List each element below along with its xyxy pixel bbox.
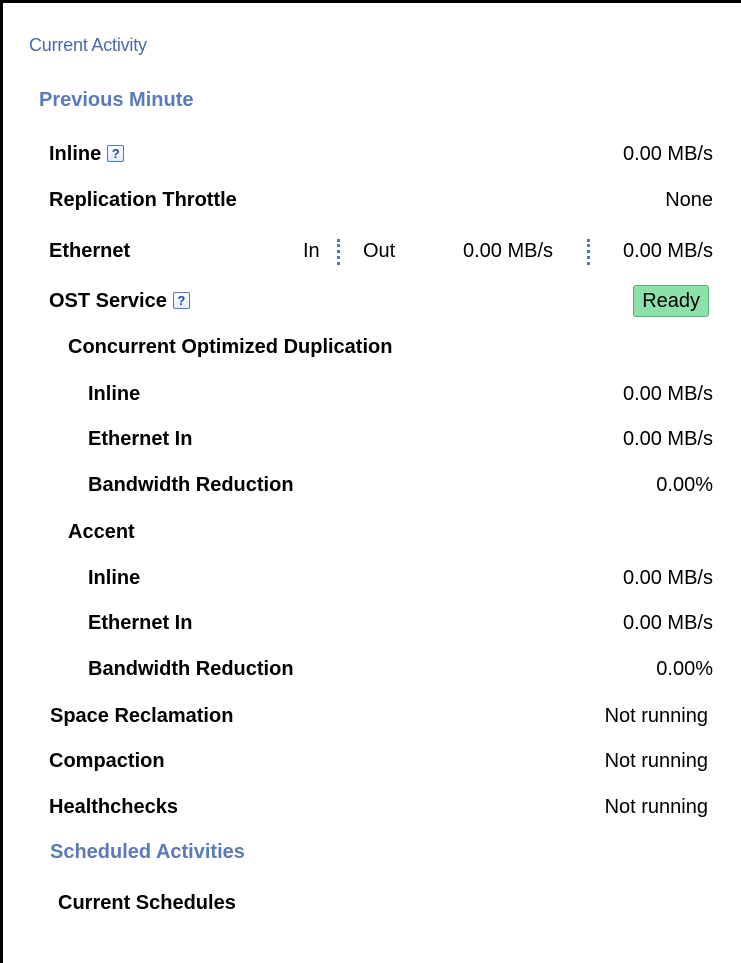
ethernet-out-value: 0.00 MB/s bbox=[622, 240, 713, 262]
healthchecks-row: Healthchecks Not running bbox=[3, 792, 741, 822]
ost-service-label: OST Service bbox=[49, 290, 167, 312]
scheduled-activities-heading: Scheduled Activities bbox=[50, 841, 245, 863]
compaction-label: Compaction bbox=[49, 750, 165, 772]
current-activity-panel: Current Activity Previous Minute Inline?… bbox=[0, 0, 741, 963]
ost-service-row: OST Service? Ready bbox=[3, 285, 741, 317]
ost-service-label-group: OST Service? bbox=[49, 286, 190, 316]
space-reclamation-value: Not running bbox=[604, 705, 708, 727]
help-icon[interactable]: ? bbox=[107, 145, 125, 162]
ethernet-in-label: In bbox=[303, 240, 320, 262]
accent-bandwidth-reduction-value: 0.00% bbox=[656, 658, 713, 680]
compaction-value: Not running bbox=[604, 750, 708, 772]
space-reclamation-label: Space Reclamation bbox=[50, 705, 234, 727]
current-schedules-row: Current Schedules bbox=[3, 888, 741, 918]
previous-minute-heading: Previous Minute bbox=[39, 89, 194, 111]
panel-title: Current Activity bbox=[29, 35, 147, 55]
ethernet-row: Ethernet In Out 0.00 MB/s 0.00 MB/s bbox=[3, 236, 741, 266]
accent-row: Accent bbox=[3, 517, 741, 547]
accent-bandwidth-reduction-label: Bandwidth Reduction bbox=[88, 658, 294, 680]
ost-service-status-badge: Ready bbox=[633, 285, 709, 317]
ethernet-divider-right bbox=[587, 239, 590, 265]
replication-throttle-row: Replication Throttle None bbox=[3, 185, 741, 215]
ethernet-out-label: Out bbox=[363, 240, 396, 262]
inline-row: Inline? 0.00 MB/s bbox=[3, 139, 741, 169]
cod-ethernet-in-row: Ethernet In 0.00 MB/s bbox=[3, 424, 741, 454]
accent-ethernet-in-row: Ethernet In 0.00 MB/s bbox=[3, 608, 741, 638]
replication-throttle-value: None bbox=[665, 189, 713, 211]
replication-throttle-label: Replication Throttle bbox=[49, 189, 237, 211]
accent-inline-row: Inline 0.00 MB/s bbox=[3, 563, 741, 593]
accent-ethernet-in-label: Ethernet In bbox=[88, 612, 193, 634]
ethernet-divider-left bbox=[337, 239, 340, 265]
accent-label: Accent bbox=[68, 521, 135, 543]
cod-ethernet-in-label: Ethernet In bbox=[88, 428, 193, 450]
inline-value: 0.00 MB/s bbox=[622, 143, 713, 165]
ethernet-label: Ethernet bbox=[49, 240, 131, 262]
compaction-row: Compaction Not running bbox=[3, 746, 741, 776]
cod-bandwidth-reduction-row: Bandwidth Reduction 0.00% bbox=[3, 470, 741, 500]
help-icon[interactable]: ? bbox=[172, 292, 190, 309]
cod-bandwidth-reduction-label: Bandwidth Reduction bbox=[88, 474, 294, 496]
inline-label-group: Inline? bbox=[49, 139, 125, 169]
accent-bandwidth-reduction-row: Bandwidth Reduction 0.00% bbox=[3, 654, 741, 684]
ethernet-in-value: 0.00 MB/s bbox=[463, 240, 554, 262]
healthchecks-label: Healthchecks bbox=[49, 796, 178, 818]
accent-ethernet-in-value: 0.00 MB/s bbox=[622, 612, 713, 634]
current-schedules-label: Current Schedules bbox=[58, 892, 236, 914]
cod-ethernet-in-value: 0.00 MB/s bbox=[622, 428, 713, 450]
cod-row: Concurrent Optimized Duplication bbox=[3, 332, 741, 362]
cod-label: Concurrent Optimized Duplication bbox=[68, 336, 393, 358]
cod-inline-label: Inline bbox=[88, 383, 141, 405]
healthchecks-value: Not running bbox=[604, 796, 708, 818]
cod-bandwidth-reduction-value: 0.00% bbox=[656, 474, 713, 496]
cod-inline-value: 0.00 MB/s bbox=[622, 383, 713, 405]
accent-inline-label: Inline bbox=[88, 567, 141, 589]
inline-label: Inline bbox=[49, 143, 102, 165]
space-reclamation-row: Space Reclamation Not running bbox=[3, 701, 741, 731]
accent-inline-value: 0.00 MB/s bbox=[622, 567, 713, 589]
cod-inline-row: Inline 0.00 MB/s bbox=[3, 379, 741, 409]
